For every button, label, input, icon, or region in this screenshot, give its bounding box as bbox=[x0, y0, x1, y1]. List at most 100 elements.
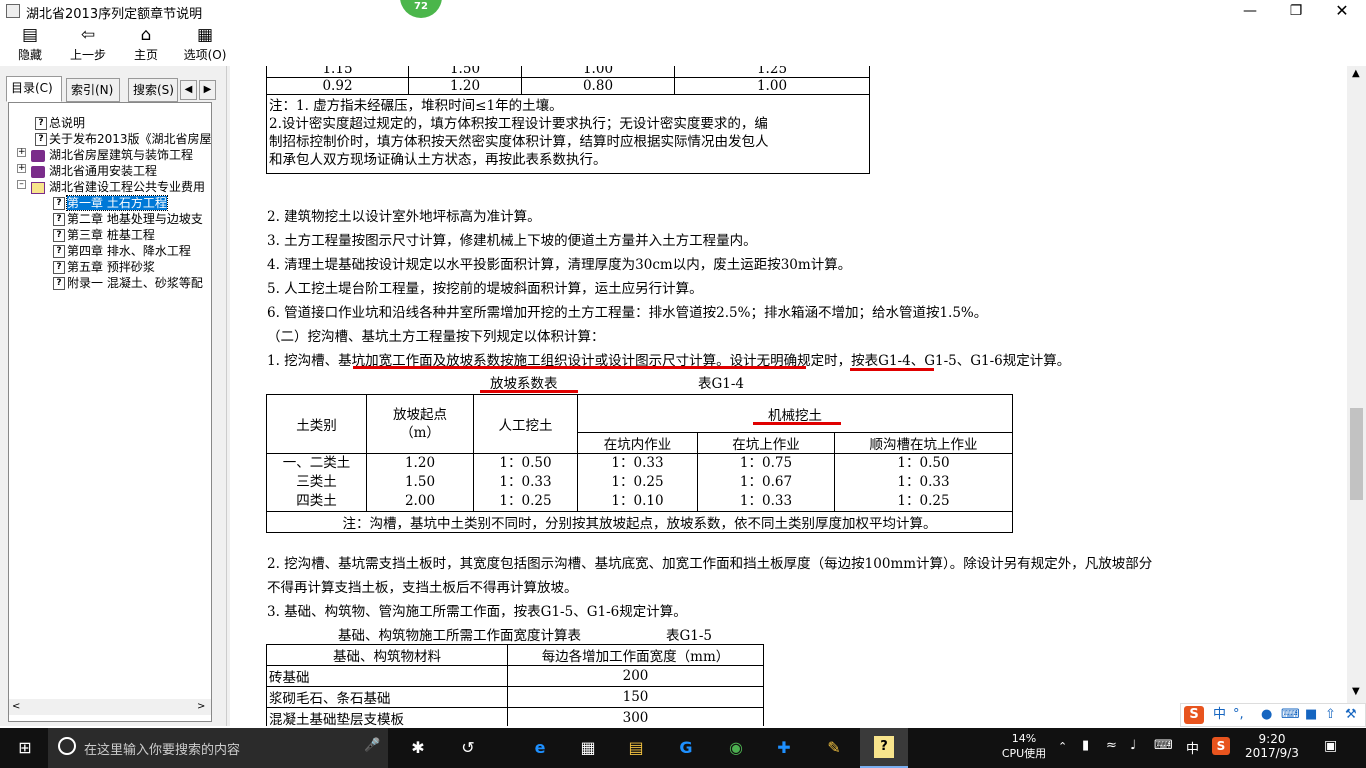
tree-item-chapter4[interactable]: ? 第四章 排水、降水工程 bbox=[53, 243, 191, 259]
ime-language[interactable]: 中 bbox=[1213, 704, 1226, 726]
tree-item-chapter5[interactable]: ? 第五章 预拌砂浆 bbox=[53, 259, 155, 275]
hide-button[interactable]: ▤ 隐藏 bbox=[10, 24, 50, 64]
task-view-icon[interactable]: ✱ bbox=[406, 736, 430, 760]
collapse-icon[interactable]: – bbox=[17, 180, 26, 189]
tab-index[interactable]: 索引(N) bbox=[66, 78, 120, 102]
help-viewer-taskbar-button[interactable]: ? bbox=[860, 728, 908, 768]
ime-toolbar[interactable]: S 中 °, ● ⌨ ■ ⇧ ⚒ bbox=[1180, 703, 1366, 727]
book-icon bbox=[31, 149, 45, 162]
tree-item-chapter2[interactable]: ? 第二章 地基处理与边坡支 bbox=[53, 211, 203, 227]
table-cell: 1：0.50 1：0.33 1：0.25 bbox=[473, 453, 578, 512]
help-page-icon: ? bbox=[53, 245, 65, 258]
content-vertical-scrollbar[interactable]: ▲ ▼ bbox=[1347, 66, 1366, 726]
red-underline-annotation bbox=[480, 390, 578, 393]
cpu-percent: 14% bbox=[1011, 732, 1037, 745]
scrollbar-thumb[interactable] bbox=[1350, 408, 1363, 500]
tree-item-chapter1[interactable]: ? 第一章 土石方工程 bbox=[53, 195, 168, 211]
compaction-table: 1.15 1.50 1.00 1.25 0.92 1.20 0.80 1.00 … bbox=[266, 66, 870, 174]
close-button[interactable]: ✕ bbox=[1319, 0, 1365, 22]
expand-icon[interactable]: + bbox=[17, 148, 26, 157]
cell-line: 1：0.25 bbox=[611, 474, 664, 490]
tree-item-label: 第四章 排水、降水工程 bbox=[67, 244, 191, 258]
tree-item-public[interactable]: 湖北省建设工程公共专业费用 bbox=[31, 179, 205, 195]
tree-item-appendix1[interactable]: ? 附录一 混凝土、砂浆等配 bbox=[53, 275, 203, 291]
scroll-right-icon[interactable]: > bbox=[197, 701, 205, 712]
wifi-icon[interactable]: ≈ bbox=[1106, 738, 1117, 753]
tab-scroll-right-button[interactable]: ▶ bbox=[199, 80, 216, 100]
windows-start-icon[interactable]: ⊞ bbox=[12, 736, 38, 760]
contents-tree: ? 总说明 ? 关于发布2013版《湖北省房屋 + 湖北省房屋建筑与装饰工程 + 湖… bbox=[8, 102, 212, 722]
note-line: 注：1. 虚方指未经碾压，堆积时间≤1年的土壤。 bbox=[269, 98, 563, 114]
upload-icon[interactable]: ⇧ bbox=[1325, 704, 1336, 726]
notes-app-icon[interactable]: ✎ bbox=[822, 736, 846, 760]
table-row: 混凝土基础垫层支模板 300 bbox=[266, 707, 764, 726]
browser-360-icon[interactable]: ◉ bbox=[724, 736, 748, 760]
back-button[interactable]: ⇦ 上一步 bbox=[64, 24, 112, 64]
table-row: 0.92 1.20 0.80 1.00 bbox=[266, 77, 870, 95]
tools-icon[interactable]: ⚒ bbox=[1345, 704, 1357, 726]
tree-item-label: 湖北省通用安装工程 bbox=[49, 164, 158, 178]
cpu-monitor[interactable]: 14% CPU使用 bbox=[1000, 732, 1048, 761]
maximize-button[interactable]: ❐ bbox=[1273, 0, 1319, 22]
tab-search[interactable]: 搜索(S) bbox=[128, 78, 178, 102]
cell-line: 1：0.25 bbox=[897, 493, 950, 509]
taskbar-search-box[interactable]: 在这里输入你要搜索的内容 🎤 bbox=[48, 728, 388, 768]
tree-item-building[interactable]: 湖北省房屋建筑与装饰工程 bbox=[31, 147, 193, 163]
tab-scroll-left-button[interactable]: ◀ bbox=[180, 80, 197, 100]
cell-line: 1：0.75 bbox=[739, 455, 793, 471]
home-button[interactable]: ⌂ 主页 bbox=[128, 24, 164, 64]
cell-line: 1：0.67 bbox=[739, 474, 793, 490]
scroll-up-icon[interactable]: ▲ bbox=[1352, 68, 1360, 79]
table-note: 注：1. 虚方指未经碾压，堆积时间≤1年的土壤。 2.设计密实度超过规定的，填方… bbox=[266, 94, 870, 174]
store-icon[interactable]: ▦ bbox=[576, 736, 600, 760]
book-icon bbox=[31, 165, 45, 178]
battery-icon[interactable]: ▮ bbox=[1082, 738, 1089, 753]
edge-browser-icon[interactable]: e bbox=[528, 736, 552, 760]
clock[interactable]: 9:20 2017/9/3 bbox=[1244, 732, 1300, 760]
minimize-button[interactable]: — bbox=[1227, 0, 1273, 22]
cell-line: 1：0.50 bbox=[499, 455, 552, 471]
glodon-app-icon[interactable]: G bbox=[674, 736, 698, 760]
pinned-app-icon[interactable]: ✚ bbox=[772, 736, 796, 760]
scroll-down-icon[interactable]: ▼ bbox=[1352, 686, 1360, 697]
action-center-icon[interactable]: ▣ bbox=[1324, 738, 1337, 754]
cell-line: 2.00 bbox=[404, 493, 436, 509]
table-cell: 200 bbox=[507, 665, 764, 687]
notification-badge[interactable]: 72 bbox=[400, 0, 442, 18]
scroll-left-icon[interactable]: < bbox=[12, 701, 20, 712]
red-underline-annotation bbox=[753, 422, 841, 425]
options-button[interactable]: ▦ 选项(O) bbox=[180, 24, 230, 64]
table-row: 砖基础 200 bbox=[266, 665, 764, 687]
expand-icon[interactable]: + bbox=[17, 164, 26, 173]
microphone-icon[interactable]: ● bbox=[1261, 704, 1272, 726]
skin-icon[interactable]: ■ bbox=[1305, 704, 1317, 726]
cell-line: 1：0.25 bbox=[499, 493, 552, 509]
paragraph: 3. 土方工程量按图示尺寸计算，修建机械上下坡的便道土方量并入土方工程量内。 bbox=[267, 233, 757, 249]
volume-icon[interactable]: ♩ bbox=[1130, 738, 1136, 753]
tab-contents[interactable]: 目录(C) bbox=[6, 76, 62, 102]
punctuation-icon[interactable]: °, bbox=[1233, 704, 1244, 726]
work-surface-table: 基础、构筑物材料 每边各增加工作面宽度（mm） 砖基础 200 浆砌毛石、条石基… bbox=[266, 644, 764, 726]
ime-indicator[interactable]: 中 bbox=[1186, 738, 1199, 757]
microphone-icon[interactable]: 🎤 bbox=[364, 738, 380, 753]
file-explorer-icon[interactable]: ▤ bbox=[624, 736, 648, 760]
keyboard-icon[interactable]: ⌨ bbox=[1281, 704, 1300, 726]
tree-item-chapter3[interactable]: ? 第三章 桩基工程 bbox=[53, 227, 155, 243]
tree-item-notice[interactable]: ? 关于发布2013版《湖北省房屋 bbox=[35, 131, 212, 147]
tree-item-installation[interactable]: 湖北省通用安装工程 bbox=[31, 163, 157, 179]
home-label: 主页 bbox=[133, 48, 158, 62]
cell-line: 四类土 bbox=[296, 493, 337, 509]
tree-item-label: 第五章 预拌砂浆 bbox=[67, 260, 155, 274]
home-icon: ⌂ bbox=[140, 25, 152, 45]
red-underline-annotation bbox=[353, 366, 806, 369]
cell-line: 1：0.50 bbox=[897, 455, 950, 471]
table-note: 注：沟槽，基坑中土类别不同时，分别按其放坡起点，放坡系数，依不同土类别厚度加权平… bbox=[266, 511, 1013, 533]
table-cell: 砖基础 bbox=[266, 665, 508, 687]
tree-horizontal-scrollbar[interactable]: < > bbox=[9, 699, 211, 715]
app-swirl-icon[interactable]: ↺ bbox=[456, 736, 480, 760]
tree-item-overview[interactable]: ? 总说明 bbox=[35, 115, 85, 131]
table-title: 基础、构筑物施工所需工作面宽度计算表 bbox=[338, 628, 581, 644]
sogou-tray-icon[interactable]: S bbox=[1212, 737, 1230, 755]
touch-keyboard-icon[interactable]: ⌨ bbox=[1154, 738, 1173, 753]
show-hidden-icons[interactable]: ⌃ bbox=[1058, 740, 1067, 753]
